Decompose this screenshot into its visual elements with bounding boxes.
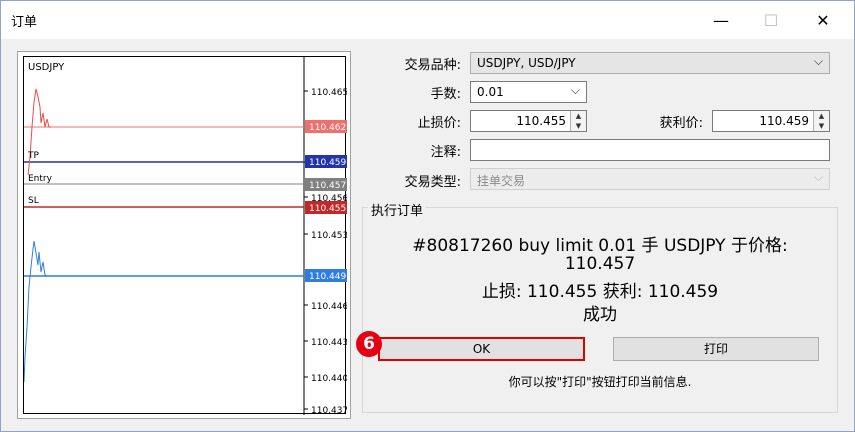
symbol-label: 交易品种: [404,58,461,73]
ok-button[interactable]: OK [378,337,585,361]
axis-tick: 110.453 [311,231,347,241]
sl-label: SL [28,196,39,206]
price-trace-blue [23,240,48,383]
symbol-value: USDJPY, USD/JPY [477,56,576,70]
price-tag-text: 110.462 [309,123,346,133]
chart-frame: USDJPY TP Entry SL 110.465 110.456 110.4… [23,56,348,416]
axis-tick: 110.440 [311,374,347,384]
spinner-icon[interactable]: ▲ ▼ [570,111,586,131]
chevron-down-icon: ⌵ [570,83,580,97]
chart-svg: USDJPY TP Entry SL 110.465 110.456 110.4… [23,57,348,416]
tp-label: TP [27,151,39,161]
tp-price-value: 110.459 [759,114,809,128]
result-line-3: 止损: 110.455 获利: 110.459 [481,282,719,302]
symbol-select[interactable]: USDJPY, USD/JPY ⌵ [470,52,830,74]
sl-price-value: 110.455 [516,114,566,128]
price-tag-text: 110.455 [309,204,346,214]
result-line-1: #80817260 buy limit 0.01 手 USDJPY 于价格: [412,236,788,256]
sl-price-input[interactable]: 110.455 ▲ ▼ [470,110,587,132]
print-hint: 你可以按"打印"按钮打印当前信息. [508,375,692,389]
maximize-button[interactable]: ☐ [751,5,791,35]
order-type-value: 挂单交易 [477,174,526,188]
tp-price-input[interactable]: 110.459 ▲ ▼ [712,110,830,132]
sl-price-label: 止损价: [417,116,461,131]
minimize-button[interactable]: — [701,5,741,35]
order-type-label: 交易类型: [404,175,461,190]
price-chart: USDJPY TP Entry SL 110.465 110.456 110.4… [17,51,351,419]
chart-symbol: USDJPY [28,62,65,73]
axis-tick: 110.446 [311,302,347,312]
entry-label: Entry [28,174,53,184]
volume-value: 0.01 [477,85,504,99]
axis-tick: 110.443 [311,338,347,348]
spinner-icon[interactable]: ▲ ▼ [813,111,829,131]
price-tag-text: 110.449 [309,272,346,282]
order-dialog: 订单 — ☐ ✕ USDJPY TP Entry SL 110.465 110.… [0,0,855,432]
title-bar: 订单 — ☐ ✕ [1,1,854,39]
price-tag-text: 110.457 [309,181,346,191]
axis-tick: 110.437 [311,406,347,415]
tp-price-label: 获利价: [659,116,703,131]
result-line-2: 110.457 [564,254,636,274]
result-line-4: 成功 [583,305,617,325]
chevron-down-icon: ⌵ [813,54,823,68]
chevron-down-icon: ⌵ [813,170,823,184]
comment-input[interactable] [470,139,830,161]
axis-tick: 110.465 [311,88,347,98]
volume-label: 手数: [430,87,461,102]
order-type-select[interactable]: 挂单交易 ⌵ [470,168,830,190]
print-button[interactable]: 打印 [613,337,819,361]
volume-combo[interactable]: 0.01 ⌵ [470,81,587,103]
comment-label: 注释: [430,145,461,160]
step-badge: 6 [356,331,382,357]
group-title: 执行订单 [368,200,427,219]
close-button[interactable]: ✕ [803,5,843,35]
price-tag-text: 110.459 [309,158,346,168]
window-title: 订单 [11,15,38,30]
